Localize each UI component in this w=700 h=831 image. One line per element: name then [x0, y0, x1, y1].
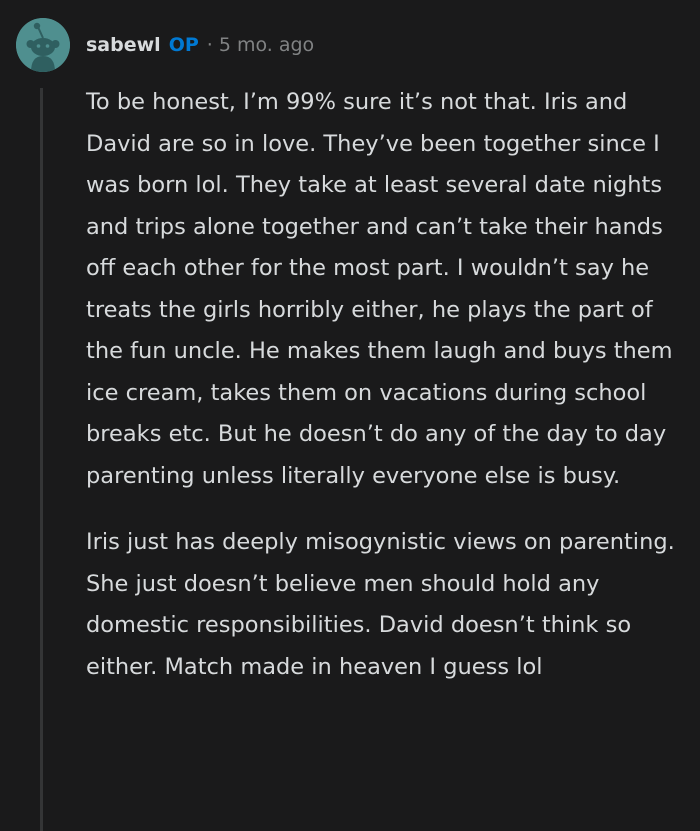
comment-paragraph: To be honest, I’m 99% sure it’s not that… [86, 89, 673, 489]
thread-collapse-line[interactable] [40, 88, 43, 831]
comment: sabewl OP · 5 mo. ago To be honest, I’m … [0, 0, 700, 831]
comment-timestamp[interactable]: 5 mo. ago [219, 34, 314, 56]
comment-header: sabewl OP · 5 mo. ago [86, 31, 314, 59]
comment-body: To be honest, I’m 99% sure it’s not that… [86, 82, 678, 688]
reddit-snoo-avatar-icon [16, 18, 70, 72]
separator-dot: · [206, 34, 213, 56]
comment-paragraph: Iris just has deeply misogynistic views … [86, 529, 675, 680]
user-avatar[interactable] [16, 18, 70, 72]
author-username[interactable]: sabewl [86, 34, 161, 56]
op-badge: OP [168, 34, 199, 56]
